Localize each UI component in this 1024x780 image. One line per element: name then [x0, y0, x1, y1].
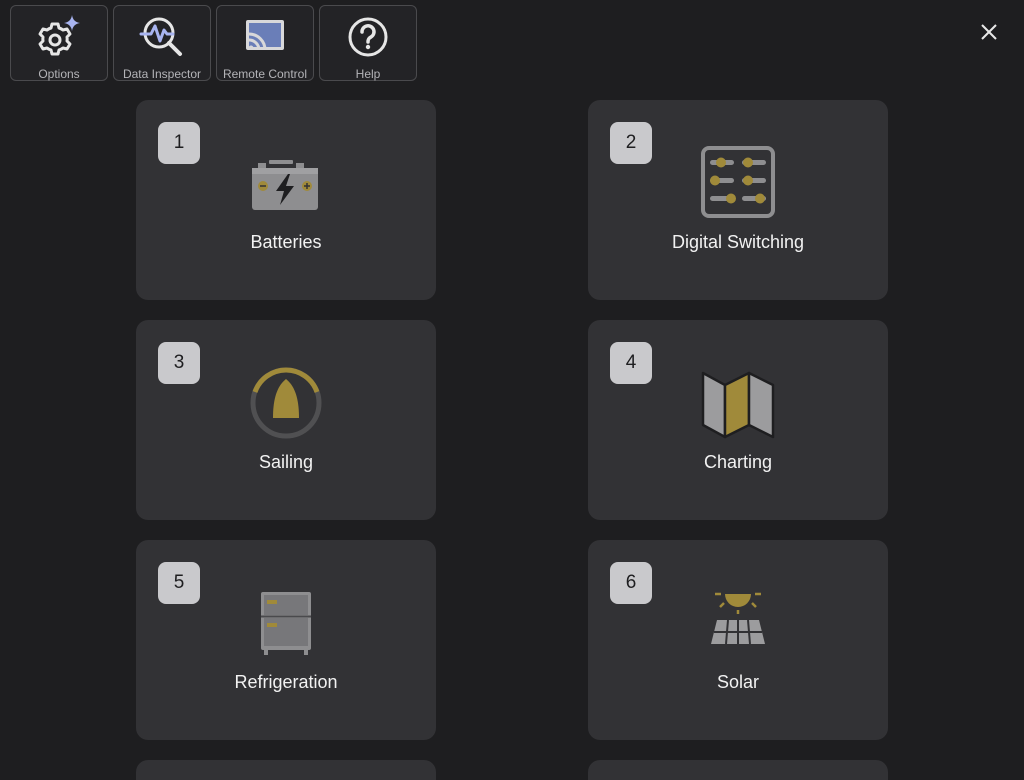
- card-partial[interactable]: [136, 760, 436, 780]
- sailing-icon: [246, 365, 326, 445]
- toolbar: Options Data Inspector Remote Control He…: [10, 5, 417, 81]
- card-number-badge: 4: [610, 342, 652, 384]
- battery-icon: [246, 145, 326, 225]
- close-icon: [981, 24, 997, 40]
- card-charting[interactable]: 4 Charting: [588, 320, 888, 520]
- card-digital-switching[interactable]: 2 Digital Switching: [588, 100, 888, 300]
- card-title: Charting: [703, 452, 773, 472]
- card-solar[interactable]: 6 Solar: [588, 540, 888, 740]
- close-button[interactable]: [974, 17, 1004, 47]
- remote-control-label: Remote Control: [222, 67, 308, 81]
- card-sailing[interactable]: 3 Sailing: [136, 320, 436, 520]
- data-inspector-icon: [137, 12, 187, 62]
- data-inspector-label: Data Inspector: [122, 67, 202, 81]
- card-title: Refrigeration: [234, 672, 338, 692]
- cast-icon: [240, 12, 290, 62]
- card-title: Batteries: [250, 232, 322, 252]
- options-button[interactable]: Options: [10, 5, 108, 81]
- card-title: Solar: [716, 672, 760, 692]
- switch-panel-icon: [698, 145, 778, 225]
- card-partial[interactable]: [588, 760, 888, 780]
- data-inspector-button[interactable]: Data Inspector: [113, 5, 211, 81]
- help-icon: [343, 12, 393, 62]
- card-title: Sailing: [258, 452, 314, 472]
- help-label: Help: [355, 67, 381, 81]
- solar-panel-icon: [698, 585, 778, 665]
- card-number-badge: 6: [610, 562, 652, 604]
- card-title: Digital Switching: [671, 232, 805, 252]
- card-number-badge: 5: [158, 562, 200, 604]
- options-label: Options: [38, 67, 80, 81]
- remote-control-button[interactable]: Remote Control: [216, 5, 314, 81]
- gear-sparkle-icon: [34, 12, 84, 62]
- help-button[interactable]: Help: [319, 5, 417, 81]
- refrigerator-icon: [246, 585, 326, 665]
- chart-map-icon: [698, 365, 778, 445]
- card-number-badge: 1: [158, 122, 200, 164]
- card-refrigeration[interactable]: 5 Refrigeration: [136, 540, 436, 740]
- card-number-badge: 2: [610, 122, 652, 164]
- card-batteries[interactable]: 1 Batteries: [136, 100, 436, 300]
- card-number-badge: 3: [158, 342, 200, 384]
